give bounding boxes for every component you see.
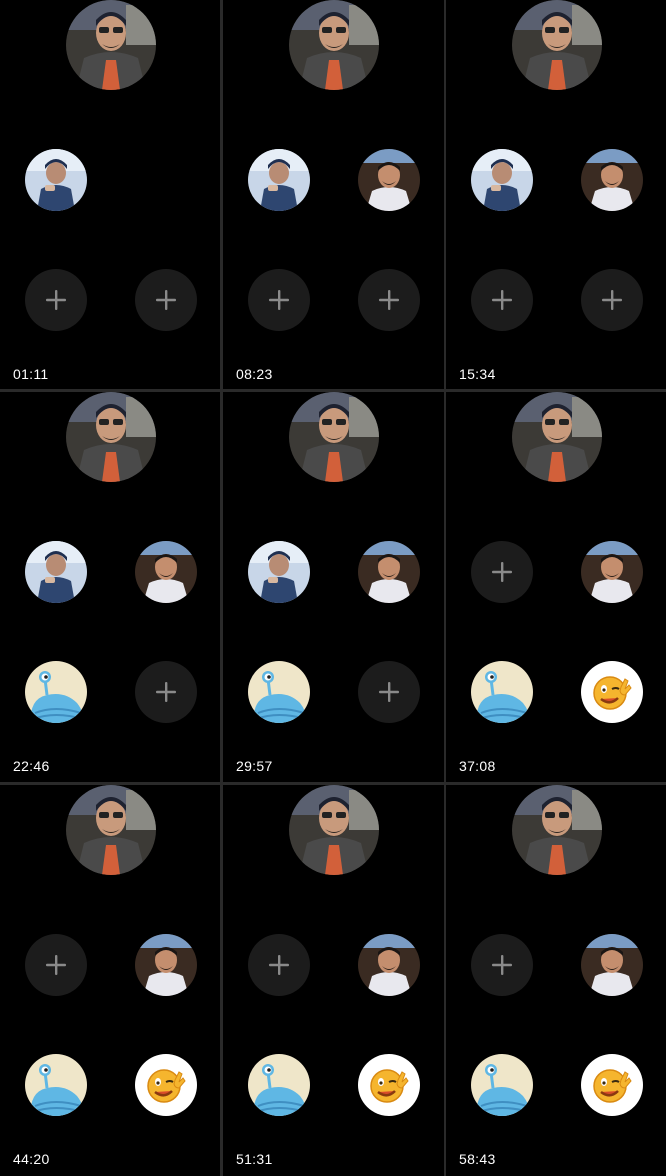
add-participant-button[interactable] bbox=[25, 934, 87, 996]
avatar-emoji-wink-icon[interactable] bbox=[358, 1054, 420, 1116]
avatar-cartoon-alien-icon[interactable] bbox=[25, 1054, 87, 1116]
avatar-photo-man-icon[interactable] bbox=[135, 934, 197, 996]
add-participant-button[interactable] bbox=[135, 269, 197, 331]
avatar-cartoon-alien-icon[interactable] bbox=[248, 1054, 310, 1116]
avatar-photo-blue-icon[interactable] bbox=[248, 149, 310, 211]
add-participant-button[interactable] bbox=[471, 541, 533, 603]
avatar-photo-host-icon[interactable] bbox=[289, 392, 379, 482]
call-recordings-grid: 01:11 08:23 15:34 22:46 29:57 37:08 44:2… bbox=[0, 0, 666, 1176]
avatar-cartoon-alien-icon[interactable] bbox=[471, 1054, 533, 1116]
plus-icon bbox=[602, 290, 622, 310]
plus-icon bbox=[492, 290, 512, 310]
plus-icon bbox=[379, 290, 399, 310]
avatar-cartoon-alien-icon[interactable] bbox=[248, 661, 310, 723]
avatar-photo-man-icon[interactable] bbox=[581, 934, 643, 996]
timestamp: 58:43 bbox=[459, 1151, 496, 1167]
avatar-photo-host-icon[interactable] bbox=[289, 785, 379, 875]
plus-icon bbox=[46, 955, 66, 975]
add-participant-button[interactable] bbox=[581, 269, 643, 331]
timestamp: 22:46 bbox=[13, 758, 50, 774]
call-panel[interactable]: 44:20 bbox=[0, 785, 220, 1176]
plus-icon bbox=[269, 290, 289, 310]
call-panel[interactable]: 29:57 bbox=[223, 392, 444, 782]
avatar-photo-host-icon[interactable] bbox=[66, 0, 156, 90]
timestamp: 08:23 bbox=[236, 366, 273, 382]
add-participant-button[interactable] bbox=[248, 269, 310, 331]
avatar-photo-man-icon[interactable] bbox=[581, 541, 643, 603]
add-participant-button[interactable] bbox=[471, 934, 533, 996]
plus-icon bbox=[492, 562, 512, 582]
call-panel[interactable]: 22:46 bbox=[0, 392, 220, 782]
avatar-photo-blue-icon[interactable] bbox=[248, 541, 310, 603]
avatar-photo-man-icon[interactable] bbox=[135, 541, 197, 603]
timestamp: 29:57 bbox=[236, 758, 273, 774]
avatar-photo-host-icon[interactable] bbox=[512, 392, 602, 482]
avatar-photo-man-icon[interactable] bbox=[581, 149, 643, 211]
plus-icon bbox=[269, 955, 289, 975]
avatar-photo-host-icon[interactable] bbox=[512, 0, 602, 90]
timestamp: 51:31 bbox=[236, 1151, 273, 1167]
plus-icon bbox=[379, 682, 399, 702]
avatar-photo-host-icon[interactable] bbox=[289, 0, 379, 90]
plus-icon bbox=[156, 682, 176, 702]
avatar-photo-host-icon[interactable] bbox=[512, 785, 602, 875]
avatar-photo-blue-icon[interactable] bbox=[471, 149, 533, 211]
avatar-emoji-wink-icon[interactable] bbox=[135, 1054, 197, 1116]
avatar-photo-blue-icon[interactable] bbox=[25, 541, 87, 603]
timestamp: 37:08 bbox=[459, 758, 496, 774]
add-participant-button[interactable] bbox=[471, 269, 533, 331]
timestamp: 44:20 bbox=[13, 1151, 50, 1167]
plus-icon bbox=[156, 290, 176, 310]
avatar-photo-blue-icon[interactable] bbox=[25, 149, 87, 211]
add-participant-button[interactable] bbox=[358, 661, 420, 723]
add-participant-button[interactable] bbox=[358, 269, 420, 331]
call-panel[interactable]: 08:23 bbox=[223, 0, 444, 389]
plus-icon bbox=[46, 290, 66, 310]
avatar-photo-host-icon[interactable] bbox=[66, 785, 156, 875]
call-panel[interactable]: 01:11 bbox=[0, 0, 220, 389]
add-participant-button[interactable] bbox=[248, 934, 310, 996]
avatar-photo-host-icon[interactable] bbox=[66, 392, 156, 482]
call-panel[interactable]: 37:08 bbox=[446, 392, 666, 782]
timestamp: 15:34 bbox=[459, 366, 496, 382]
call-panel[interactable]: 15:34 bbox=[446, 0, 666, 389]
add-participant-button[interactable] bbox=[135, 661, 197, 723]
avatar-photo-man-icon[interactable] bbox=[358, 934, 420, 996]
call-panel[interactable]: 51:31 bbox=[223, 785, 444, 1176]
plus-icon bbox=[492, 955, 512, 975]
avatar-cartoon-alien-icon[interactable] bbox=[25, 661, 87, 723]
timestamp: 01:11 bbox=[13, 366, 49, 382]
add-participant-button[interactable] bbox=[25, 269, 87, 331]
avatar-photo-man-icon[interactable] bbox=[358, 541, 420, 603]
avatar-photo-man-icon[interactable] bbox=[358, 149, 420, 211]
avatar-emoji-wink-icon[interactable] bbox=[581, 661, 643, 723]
avatar-emoji-wink-icon[interactable] bbox=[581, 1054, 643, 1116]
call-panel[interactable]: 58:43 bbox=[446, 785, 666, 1176]
avatar-cartoon-alien-icon[interactable] bbox=[471, 661, 533, 723]
